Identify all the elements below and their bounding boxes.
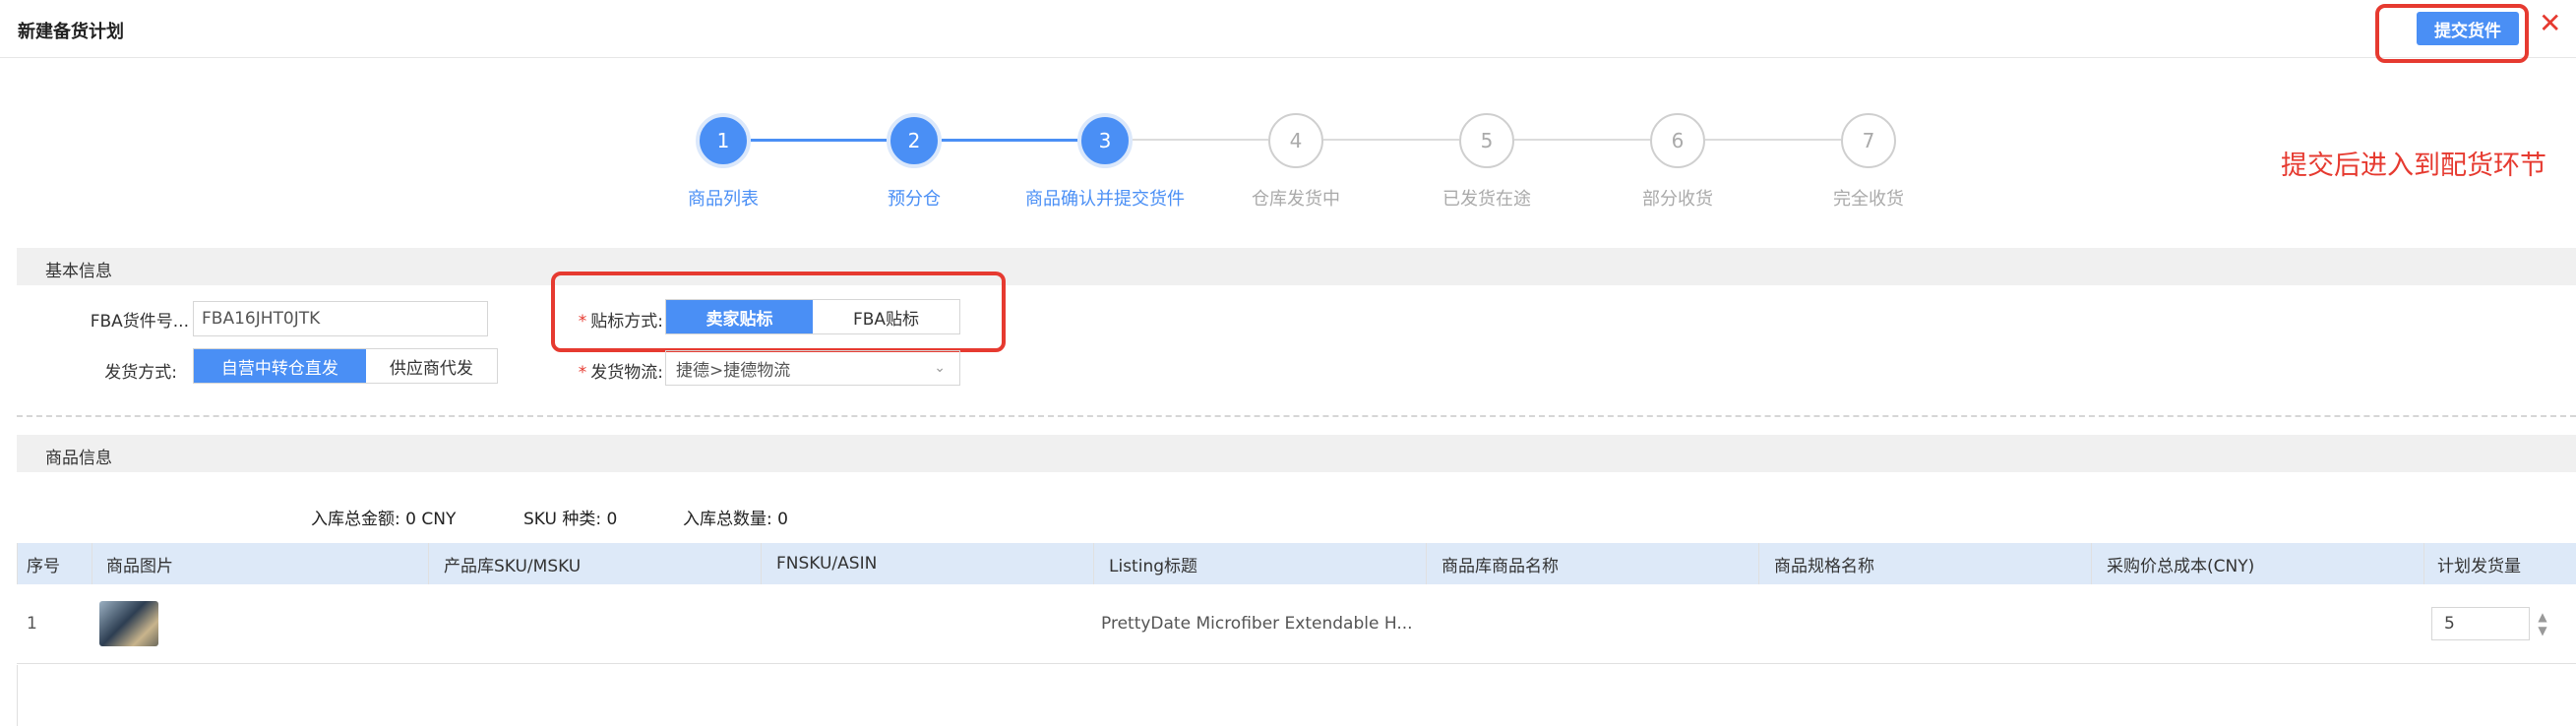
step-4-label: 仓库发货中 bbox=[1252, 189, 1340, 210]
section-divider bbox=[17, 415, 2576, 417]
fba-shipment-input[interactable]: FBA16JHT0JTK bbox=[193, 301, 488, 336]
planned-qty-input[interactable]: 5 ▲ ▼ bbox=[2431, 607, 2547, 640]
th-index: 序号 bbox=[27, 556, 60, 576]
sku-count: SKU 种类: 0 bbox=[523, 510, 618, 529]
ship-method-label: 发货方式: bbox=[39, 358, 177, 383]
th-fnsku: FNSKU/ASIN bbox=[776, 554, 878, 574]
th-cost: 采购价总成本(CNY) bbox=[2107, 556, 2255, 576]
close-icon[interactable]: ✕ bbox=[2539, 10, 2561, 37]
label-method-seller[interactable]: 卖家贴标 bbox=[666, 300, 813, 333]
product-thumbnail[interactable] bbox=[99, 601, 158, 646]
th-sku: 产品库SKU/MSKU bbox=[444, 556, 582, 576]
step-6-label: 部分收货 bbox=[1642, 189, 1713, 210]
product-info-section-bar bbox=[17, 435, 2576, 472]
logistics-label: * 发货物流: bbox=[578, 363, 663, 383]
cell-planned-qty: 5 ▲ ▼ bbox=[2431, 584, 2547, 663]
step-7-circle: 7 bbox=[1841, 113, 1896, 168]
basic-info-title: 基本信息 bbox=[45, 262, 112, 281]
th-planned-qty: 计划发货量 bbox=[2437, 556, 2521, 576]
th-spec-name: 商品规格名称 bbox=[1774, 556, 1874, 576]
step-7-label: 完全收货 bbox=[1833, 189, 1904, 210]
step-5-circle: 5 bbox=[1459, 113, 1514, 168]
page-title: 新建备货计划 bbox=[18, 22, 124, 42]
step-3-label: 商品确认并提交货件 bbox=[1025, 189, 1185, 210]
step-connector-3 bbox=[1133, 139, 1268, 141]
cell-index: 1 bbox=[27, 614, 37, 634]
step-connector-5 bbox=[1514, 139, 1650, 141]
annotation-text: 提交后进入到配货环节 bbox=[2281, 151, 2546, 181]
step-2-label: 预分仓 bbox=[888, 189, 941, 210]
logistics-select-value: 捷德>捷德物流 bbox=[676, 360, 791, 381]
step-connector-6 bbox=[1705, 139, 1841, 141]
logistics-select[interactable]: 捷德>捷德物流 ⌄ bbox=[665, 350, 960, 386]
step-5-label: 已发货在途 bbox=[1442, 189, 1531, 210]
ship-method-self-operated[interactable]: 自营中转仓直发 bbox=[194, 349, 366, 383]
product-info-title: 商品信息 bbox=[45, 449, 112, 468]
step-4-circle: 4 bbox=[1268, 113, 1323, 168]
top-bar bbox=[0, 0, 2576, 58]
table-row: 1 PrettyDate Microfiber Extendable H... … bbox=[17, 584, 2576, 664]
label-method-label: * 贴标方式: bbox=[578, 312, 663, 332]
th-listing: Listing标题 bbox=[1109, 556, 1198, 576]
th-product-name: 商品库商品名称 bbox=[1441, 556, 1559, 576]
quantity-stepper[interactable]: ▲ ▼ bbox=[2531, 608, 2554, 639]
step-connector-4 bbox=[1323, 139, 1459, 141]
cell-listing: PrettyDate Microfiber Extendable H... bbox=[1101, 614, 1413, 634]
label-method-toggle: 卖家贴标 FBA贴标 bbox=[665, 299, 960, 334]
basic-info-section-bar bbox=[17, 248, 2576, 285]
step-6-circle: 6 bbox=[1650, 113, 1705, 168]
label-method-label-text: 贴标方式: bbox=[590, 312, 663, 332]
stepper-down-icon[interactable]: ▼ bbox=[2538, 624, 2546, 637]
ship-method-supplier[interactable]: 供应商代发 bbox=[365, 349, 497, 383]
submit-shipment-button[interactable]: 提交货件 bbox=[2417, 12, 2519, 45]
ship-method-label-text: 发货方式: bbox=[104, 363, 177, 383]
step-2-circle: 2 bbox=[887, 113, 942, 168]
table-header: 序号 商品图片 产品库SKU/MSKU FNSKU/ASIN Listing标题… bbox=[17, 543, 2576, 584]
step-1-circle: 1 bbox=[696, 113, 751, 168]
table-empty-area bbox=[17, 665, 2576, 726]
planned-qty-value: 5 bbox=[2444, 614, 2455, 634]
logistics-label-text: 发货物流: bbox=[590, 363, 663, 383]
th-image: 商品图片 bbox=[106, 556, 173, 576]
chevron-down-icon: ⌄ bbox=[934, 360, 946, 376]
step-3-circle: 3 bbox=[1077, 113, 1133, 168]
step-connector-2 bbox=[942, 139, 1077, 142]
label-method-fba[interactable]: FBA贴标 bbox=[813, 300, 959, 333]
step-1-label: 商品列表 bbox=[688, 189, 759, 210]
ship-method-toggle: 自营中转仓直发 供应商代发 bbox=[193, 348, 498, 384]
cell-image bbox=[99, 584, 158, 663]
stepper-up-icon[interactable]: ▲ bbox=[2538, 610, 2546, 624]
total-quantity: 入库总数量: 0 bbox=[683, 510, 788, 529]
total-amount: 入库总金额: 0 CNY bbox=[311, 510, 457, 529]
step-connector-1 bbox=[751, 139, 887, 142]
fba-shipment-label: FBA货件号... bbox=[90, 312, 189, 332]
